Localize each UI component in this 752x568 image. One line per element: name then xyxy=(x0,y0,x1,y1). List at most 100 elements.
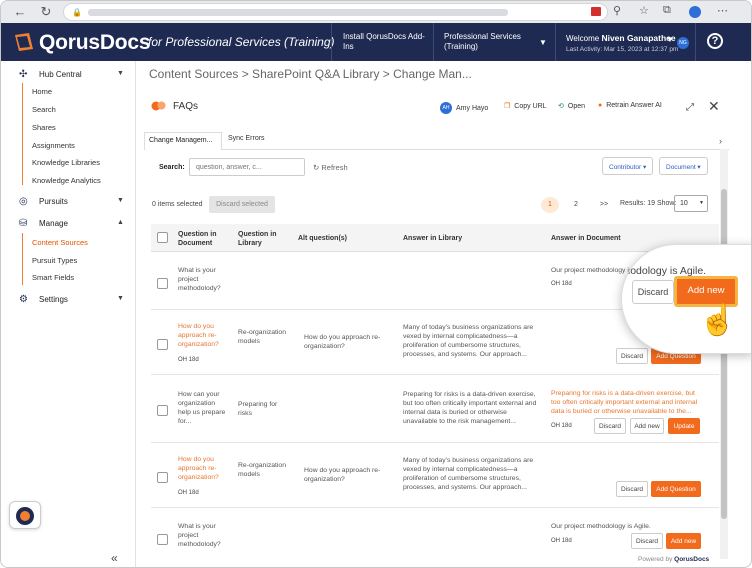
retrain-icon: ● xyxy=(598,102,603,109)
column-header[interactable]: Answer in Document xyxy=(551,234,621,243)
puzzle-icon[interactable]: ⚲ xyxy=(613,4,621,17)
select-all-checkbox[interactable] xyxy=(157,232,168,243)
qorusdocs-logo-icon xyxy=(15,33,33,51)
contributor-meta: OH 18d xyxy=(551,538,572,544)
sidebar-item-knowledge-libraries[interactable]: Knowledge Libraries xyxy=(32,158,100,167)
welcome-text: Welcome Niven Ganapathee xyxy=(566,33,676,43)
manage-icon: ⛁ xyxy=(19,218,28,229)
install-addins-link[interactable]: Install QorusDocs Add-Ins xyxy=(343,32,428,52)
user-name[interactable]: Niven Ganapathee xyxy=(601,33,675,43)
chevron-down-icon[interactable]: ▼ xyxy=(117,295,124,302)
row-checkbox[interactable] xyxy=(157,339,168,350)
chevron-right-icon[interactable]: › xyxy=(719,136,722,146)
sidebar-item-pursuit-types[interactable]: Pursuit Types xyxy=(32,256,77,265)
contributor-filter[interactable]: Contributor ▾ xyxy=(602,157,654,175)
retrain-answer-ai-button[interactable]: ● Retrain Answer AI xyxy=(598,102,662,109)
tab-sync-errors[interactable]: Sync Errors xyxy=(228,135,265,142)
table-row[interactable]: What is your project methodolody? Our pr… xyxy=(151,509,719,555)
browser-menu-icon[interactable]: ⋯ xyxy=(717,4,728,17)
row-checkbox[interactable] xyxy=(157,534,168,545)
chevron-down-icon[interactable]: ▼ xyxy=(666,35,674,44)
row-checkbox[interactable] xyxy=(157,472,168,483)
row-checkbox[interactable] xyxy=(157,278,168,289)
chevron-down-icon[interactable]: ▼ xyxy=(117,197,124,204)
sidebar-section-manage[interactable]: ⛁ Manage xyxy=(19,218,68,229)
contributor-meta: OH 18d xyxy=(551,423,572,429)
assignee-button[interactable]: AH Amy Hayo xyxy=(440,102,488,114)
sidebar-item-shares[interactable]: Shares xyxy=(32,123,56,132)
discard-selected-button[interactable]: Discard selected xyxy=(209,196,275,213)
refresh-icon[interactable]: ↻ xyxy=(35,4,57,20)
column-header[interactable]: Answer in Library xyxy=(403,234,462,243)
add-new-button[interactable]: Add new xyxy=(630,418,664,434)
discard-button[interactable]: Discard xyxy=(631,533,663,549)
page-button-1[interactable]: 1 xyxy=(541,197,559,213)
header-divider xyxy=(331,23,332,61)
collapse-sidebar-icon[interactable]: « xyxy=(111,551,118,565)
sidebar-section-pursuits[interactable]: ◎ Pursuits xyxy=(19,196,68,207)
sidebar-item-search[interactable]: Search xyxy=(32,105,56,114)
question-in-document[interactable]: How do you approach re-organization? xyxy=(178,322,228,349)
gear-icon: ⚙ xyxy=(19,294,28,305)
add-question-button[interactable]: Add Question xyxy=(651,481,701,497)
refresh-button[interactable]: ↻ Refresh xyxy=(313,163,348,172)
question-in-document: What is your project methodolody? xyxy=(178,523,221,548)
sidebar-section-settings[interactable]: ⚙ Settings xyxy=(19,294,68,305)
search-input[interactable] xyxy=(189,158,305,176)
sidebar-item-assignments[interactable]: Assignments xyxy=(32,141,75,150)
question-in-document[interactable]: How do you approach re-organization? xyxy=(178,455,228,482)
sidebar-section-hub-central[interactable]: ✣ Hub Central xyxy=(19,69,82,80)
sidebar-item-knowledge-analytics[interactable]: Knowledge Analytics xyxy=(32,176,101,185)
back-icon[interactable]: ← xyxy=(9,4,31,19)
chevron-down-icon[interactable]: ▼ xyxy=(117,70,124,77)
table-row[interactable]: How do you approach re-organization? OH … xyxy=(151,444,719,508)
profile-icon[interactable] xyxy=(689,6,701,18)
discard-button[interactable]: Discard xyxy=(616,481,648,497)
close-icon[interactable]: ✕ xyxy=(708,98,720,115)
update-button[interactable]: Update xyxy=(668,418,700,434)
table-row[interactable]: How can your organization help us prepar… xyxy=(151,376,719,443)
alt-question: How do you approach re-organization? xyxy=(304,467,381,483)
workspace-selector[interactable]: Professional Services (Training) xyxy=(444,32,544,52)
scrollbar-thumb[interactable] xyxy=(721,189,727,519)
add-new-button[interactable]: Add new xyxy=(666,533,701,549)
answer-in-library: Preparing for risks is a data-driven exe… xyxy=(403,391,537,425)
discard-button[interactable]: Discard xyxy=(616,348,648,364)
user-avatar[interactable]: NG xyxy=(677,37,689,49)
alt-question: How do you approach re-organization? xyxy=(304,334,381,350)
copy-icon: ❐ xyxy=(504,103,511,110)
panel-title: FAQs xyxy=(173,101,199,112)
column-header[interactable]: Question in Document xyxy=(178,230,230,248)
sidebar-item-smart-fields[interactable]: Smart Fields xyxy=(32,273,74,282)
copy-url-button[interactable]: ❐ Copy URL xyxy=(504,102,547,111)
column-header[interactable]: Question in Library xyxy=(238,230,288,248)
brand-name[interactable]: QorusDocs xyxy=(39,31,151,55)
open-button[interactable]: ⟲ Open xyxy=(558,102,585,111)
page-size-select[interactable]: 10 ▼ xyxy=(674,195,708,212)
collections-icon[interactable]: ⧉ xyxy=(663,4,671,17)
chevron-down-icon[interactable]: ▼ xyxy=(539,38,547,47)
discard-button[interactable]: Discard xyxy=(632,280,674,304)
results-count: Results: 19 Show: xyxy=(620,200,677,207)
discard-button[interactable]: Discard xyxy=(594,418,626,434)
question-in-document: What is your project methodolody? xyxy=(178,267,221,292)
chevron-up-icon[interactable]: ▲ xyxy=(117,219,124,226)
browser-toolbar: ← ↻ 🔒 ⚲ ☆ ⧉ ⋯ xyxy=(1,1,751,23)
sidebar-item-home[interactable]: Home xyxy=(32,87,52,96)
row-checkbox[interactable] xyxy=(157,405,168,416)
app-header: QorusDocs for Professional Services (Tra… xyxy=(1,23,751,61)
assistant-launcher-icon[interactable] xyxy=(9,501,41,529)
tab-change-management[interactable]: Change Managem... xyxy=(144,132,222,150)
column-header[interactable]: Alt question(s) xyxy=(298,234,347,243)
page-next-button[interactable]: >> xyxy=(595,197,613,213)
sidebar-item-content-sources[interactable]: Content Sources xyxy=(32,238,88,247)
address-bar[interactable]: 🔒 xyxy=(63,3,608,21)
scrollbar[interactable] xyxy=(720,149,728,559)
document-filter[interactable]: Document ▾ xyxy=(659,157,708,175)
help-icon[interactable]: ? xyxy=(707,33,723,49)
expand-icon[interactable]: ⤢ xyxy=(686,102,694,113)
page-button-2[interactable]: 2 xyxy=(567,197,585,213)
extension-icon[interactable] xyxy=(591,7,601,16)
favorite-star-icon[interactable]: ☆ xyxy=(639,4,649,17)
target-icon: ◎ xyxy=(19,196,28,207)
